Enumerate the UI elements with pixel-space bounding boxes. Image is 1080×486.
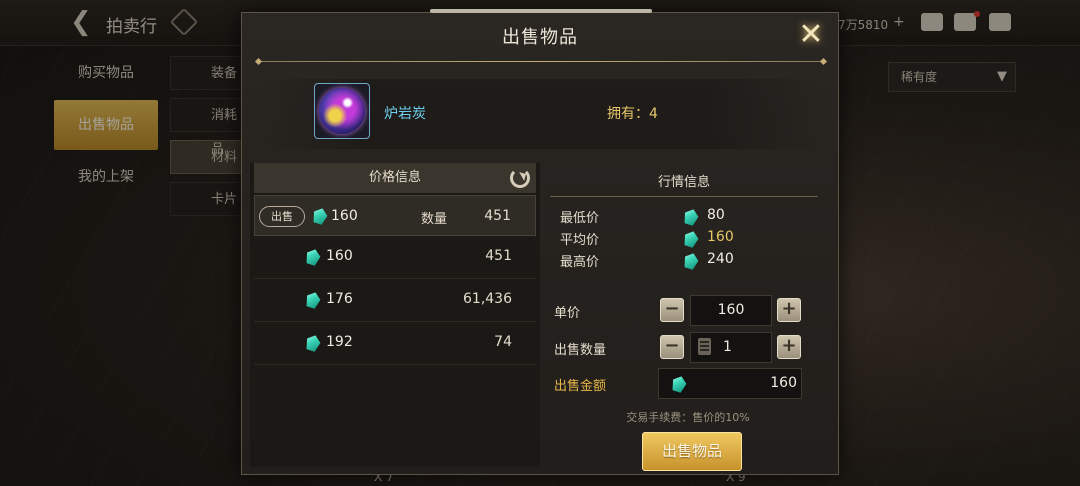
item-summary: 炉岩炭 拥有：4 xyxy=(258,79,824,149)
average-price-label: 平均价 xyxy=(560,233,600,248)
quantity-plus-button[interactable]: + xyxy=(777,335,801,359)
highest-price-label: 最高价 xyxy=(560,255,600,270)
price-row[interactable]: 出售 160 数量 451 xyxy=(254,195,536,236)
gem-icon xyxy=(304,333,322,353)
gem-icon xyxy=(682,207,700,227)
lowest-price-value: 80 xyxy=(707,207,725,223)
gem-icon xyxy=(682,229,700,249)
refresh-icon[interactable] xyxy=(510,168,530,188)
row-price: 160 xyxy=(326,248,353,264)
price-info-title: 价格信息 xyxy=(368,170,421,185)
row-qty: 61,436 xyxy=(463,291,512,307)
item-icon[interactable] xyxy=(314,83,370,139)
row-qty: 451 xyxy=(484,208,511,224)
market-info-title: 行情信息 xyxy=(657,175,710,190)
qty-label: 数量 xyxy=(421,212,448,227)
dialog-title: 出售物品 xyxy=(502,27,578,48)
sell-tag: 出售 xyxy=(259,206,305,227)
sell-button[interactable]: 出售物品 xyxy=(642,432,742,471)
title-divider xyxy=(258,61,824,62)
row-qty: 451 xyxy=(485,248,512,264)
price-row[interactable]: 176 61,436 xyxy=(254,279,536,322)
unit-price-plus-button[interactable]: + xyxy=(777,298,801,322)
gem-icon xyxy=(304,247,322,267)
orb-icon xyxy=(319,88,365,134)
row-qty: 74 xyxy=(494,334,512,350)
row-price: 160 xyxy=(331,208,358,224)
fee-note: 交易手续费：售价的10% xyxy=(626,411,750,424)
price-info-panel: 价格信息 出售 160 数量 451 160 451 176 61,436 19… xyxy=(250,163,540,467)
gem-icon xyxy=(311,206,329,226)
row-price: 176 xyxy=(326,291,353,307)
price-info-header: 价格信息 xyxy=(254,163,536,193)
sell-quantity-label: 出售数量 xyxy=(554,343,607,358)
row-price: 192 xyxy=(326,334,353,350)
item-name: 炉岩炭 xyxy=(384,106,426,122)
unit-price-input[interactable]: 160 xyxy=(690,295,772,326)
gem-icon xyxy=(682,251,700,271)
price-row[interactable]: 160 451 xyxy=(254,236,536,279)
calculator-icon[interactable] xyxy=(698,338,711,355)
highest-price-value: 240 xyxy=(707,251,734,267)
unit-price-label: 单价 xyxy=(554,306,581,321)
close-icon[interactable]: ✕ xyxy=(794,19,828,53)
gem-icon xyxy=(304,290,322,310)
dialog-top-strip xyxy=(430,9,652,13)
sell-total-label: 出售金额 xyxy=(554,379,607,394)
price-row[interactable]: 192 74 xyxy=(254,322,536,365)
owned-count: 拥有：4 xyxy=(607,106,658,122)
lowest-price-label: 最低价 xyxy=(560,211,600,226)
sell-item-dialog: 出售物品 ✕ 炉岩炭 拥有：4 价格信息 出售 160 数量 451 160 4… xyxy=(241,9,839,475)
quantity-minus-button[interactable]: − xyxy=(660,335,684,359)
unit-price-minus-button[interactable]: − xyxy=(660,298,684,322)
market-divider xyxy=(550,196,818,197)
average-price-value: 160 xyxy=(707,229,734,245)
